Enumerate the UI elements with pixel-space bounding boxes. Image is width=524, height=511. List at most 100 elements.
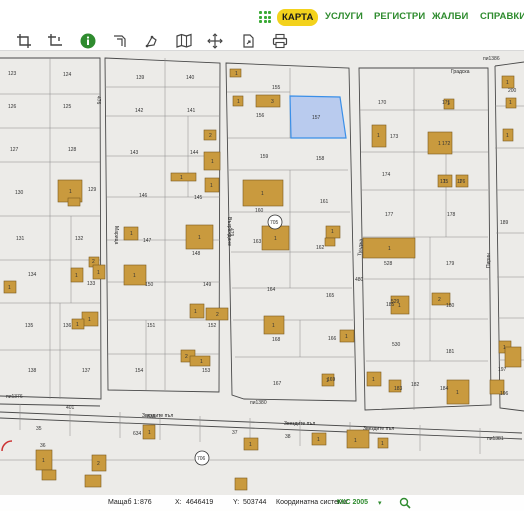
parcel-number: 38 xyxy=(285,434,291,440)
parcel-number: 143 xyxy=(130,150,139,156)
building-number: 1 xyxy=(249,442,252,448)
building-number: 1 xyxy=(8,285,11,291)
measure-area-icon[interactable] xyxy=(112,33,128,49)
parcel-number: 140 xyxy=(186,75,195,81)
export-icon[interactable] xyxy=(240,33,256,49)
building-number: 1 xyxy=(438,141,441,147)
info-icon[interactable] xyxy=(80,33,96,49)
parcel-number: 167 xyxy=(273,381,282,387)
parcel-number: 156 xyxy=(256,113,265,119)
y-label: Y: xyxy=(233,499,240,506)
parcel-number: 165 xyxy=(326,293,335,299)
building-number: 1 xyxy=(200,359,203,365)
select-rectangle-icon[interactable] xyxy=(16,33,32,49)
label-706: 706 xyxy=(197,456,206,462)
building-number: 1 xyxy=(372,377,375,383)
top-navigation: КАРТА УСЛУГИ РЕГИСТРИ ЖАЛБИ СПРАВКИ xyxy=(0,0,524,32)
parcel-number: 157 xyxy=(312,115,321,121)
building-number: 1 xyxy=(148,430,151,436)
cadastral-map[interactable]: Градска Марица Възраждане Тунджа Пирин З… xyxy=(0,51,524,495)
parcel-number: 180 xyxy=(446,303,455,309)
parcel-number: 528 xyxy=(384,261,393,267)
select-polygon-icon[interactable] xyxy=(47,33,63,49)
building-number: 1 xyxy=(274,236,277,242)
parcel-number: 144 xyxy=(190,150,199,156)
map-layers-icon[interactable] xyxy=(176,33,192,49)
parcel-number: 166 xyxy=(328,336,337,342)
building-number: 1 xyxy=(381,441,384,447)
y-coordinate: 503744 xyxy=(243,499,267,506)
pan-icon[interactable] xyxy=(207,33,223,49)
parcel-number: 196 xyxy=(500,391,509,397)
parcel-number: 530 xyxy=(392,342,401,348)
parcel-number: 159 xyxy=(260,154,269,160)
parcel-number: 136 xyxy=(63,323,72,329)
parcel-number: 173 xyxy=(390,134,399,140)
parcel-number: 125 xyxy=(63,104,72,110)
building-number: 1 xyxy=(459,179,462,185)
scale-label: Мащаб 1: xyxy=(108,499,140,506)
print-icon[interactable] xyxy=(272,33,288,49)
measure-angle-icon[interactable] xyxy=(144,33,160,49)
parcel-number: 132 xyxy=(75,236,84,242)
parcel-number: 127 xyxy=(10,147,19,153)
apps-grid-icon[interactable] xyxy=(259,11,271,23)
nav-uslugi[interactable]: УСЛУГИ xyxy=(325,11,363,22)
label-705: 705 xyxy=(270,220,279,226)
parcel-pi1386: пи1386 xyxy=(483,56,500,62)
street-gradska: Градска xyxy=(451,69,470,75)
building-number: 2 xyxy=(185,354,188,360)
parcel-number: 151 xyxy=(147,323,156,329)
nav-registri[interactable]: РЕГИСТРИ xyxy=(374,11,425,22)
building-number: 1 xyxy=(377,133,380,139)
building-number: 1 xyxy=(272,323,275,329)
nav-spravki[interactable]: СПРАВКИ xyxy=(480,11,524,22)
parcel-number: 182 xyxy=(411,382,420,388)
building-number: 1 xyxy=(130,231,133,237)
parcel-number: 164 xyxy=(267,287,276,293)
building-number: 1 xyxy=(69,189,72,195)
scale-value: 876 xyxy=(140,499,152,506)
building-number: 1 xyxy=(75,273,78,279)
parcel-number: 133 xyxy=(87,281,96,287)
chevron-down-icon[interactable]: ▾ xyxy=(378,499,382,507)
label-401: 401 xyxy=(66,405,75,411)
label-476: 476 xyxy=(95,96,101,105)
parcel-number: 37 xyxy=(232,430,238,436)
street-zvezdite-2: Звездите пъл xyxy=(284,421,315,427)
building-number: 1 xyxy=(317,437,320,443)
street-pirin: Пирин xyxy=(486,253,492,268)
building-number: 1 xyxy=(456,390,459,396)
building-number: 1 xyxy=(42,458,45,464)
parcel-pi1380: пи1380 xyxy=(250,400,267,406)
map-status-bar: Мащаб 1: 876 X: 4646419 Y: 503744 Коорди… xyxy=(0,495,524,511)
building-number: 1 xyxy=(211,159,214,165)
parcel-number: 189 xyxy=(500,220,509,226)
building-number: 1 xyxy=(503,345,506,351)
parcel-number: 184 xyxy=(440,386,449,392)
street-zvezdite-3: Звездите пъл xyxy=(363,426,394,432)
parcel-number: 197 xyxy=(498,367,507,373)
parcel-number: 35 xyxy=(36,426,42,432)
building-number: 2 xyxy=(216,312,219,318)
parcel-number: 36 xyxy=(40,443,46,449)
nav-karta[interactable]: КАРТА xyxy=(277,9,319,26)
street-marica: Марица xyxy=(113,226,119,244)
parcel-number: 168 xyxy=(272,337,281,343)
parcel-number: 161 xyxy=(320,199,329,205)
search-icon[interactable] xyxy=(399,497,411,509)
parcel-number: 160 xyxy=(255,208,264,214)
building-number: 1 xyxy=(354,438,357,444)
building-number: 3 xyxy=(271,99,274,105)
parcel-number: 142 xyxy=(135,108,144,114)
building-number: 2 xyxy=(209,133,212,139)
parcel-number: 130 xyxy=(15,190,24,196)
crs-select[interactable]: ККС 2005 xyxy=(337,499,368,506)
parcel-number: 137 xyxy=(82,368,91,374)
building-number: 1 xyxy=(443,179,446,185)
nav-zhalbi[interactable]: ЖАЛБИ xyxy=(432,11,468,22)
parcel-number: 149 xyxy=(203,282,212,288)
parcel-number: 147 xyxy=(143,238,152,244)
building-number: 1 xyxy=(194,309,197,315)
building-number: 1 xyxy=(398,303,401,309)
